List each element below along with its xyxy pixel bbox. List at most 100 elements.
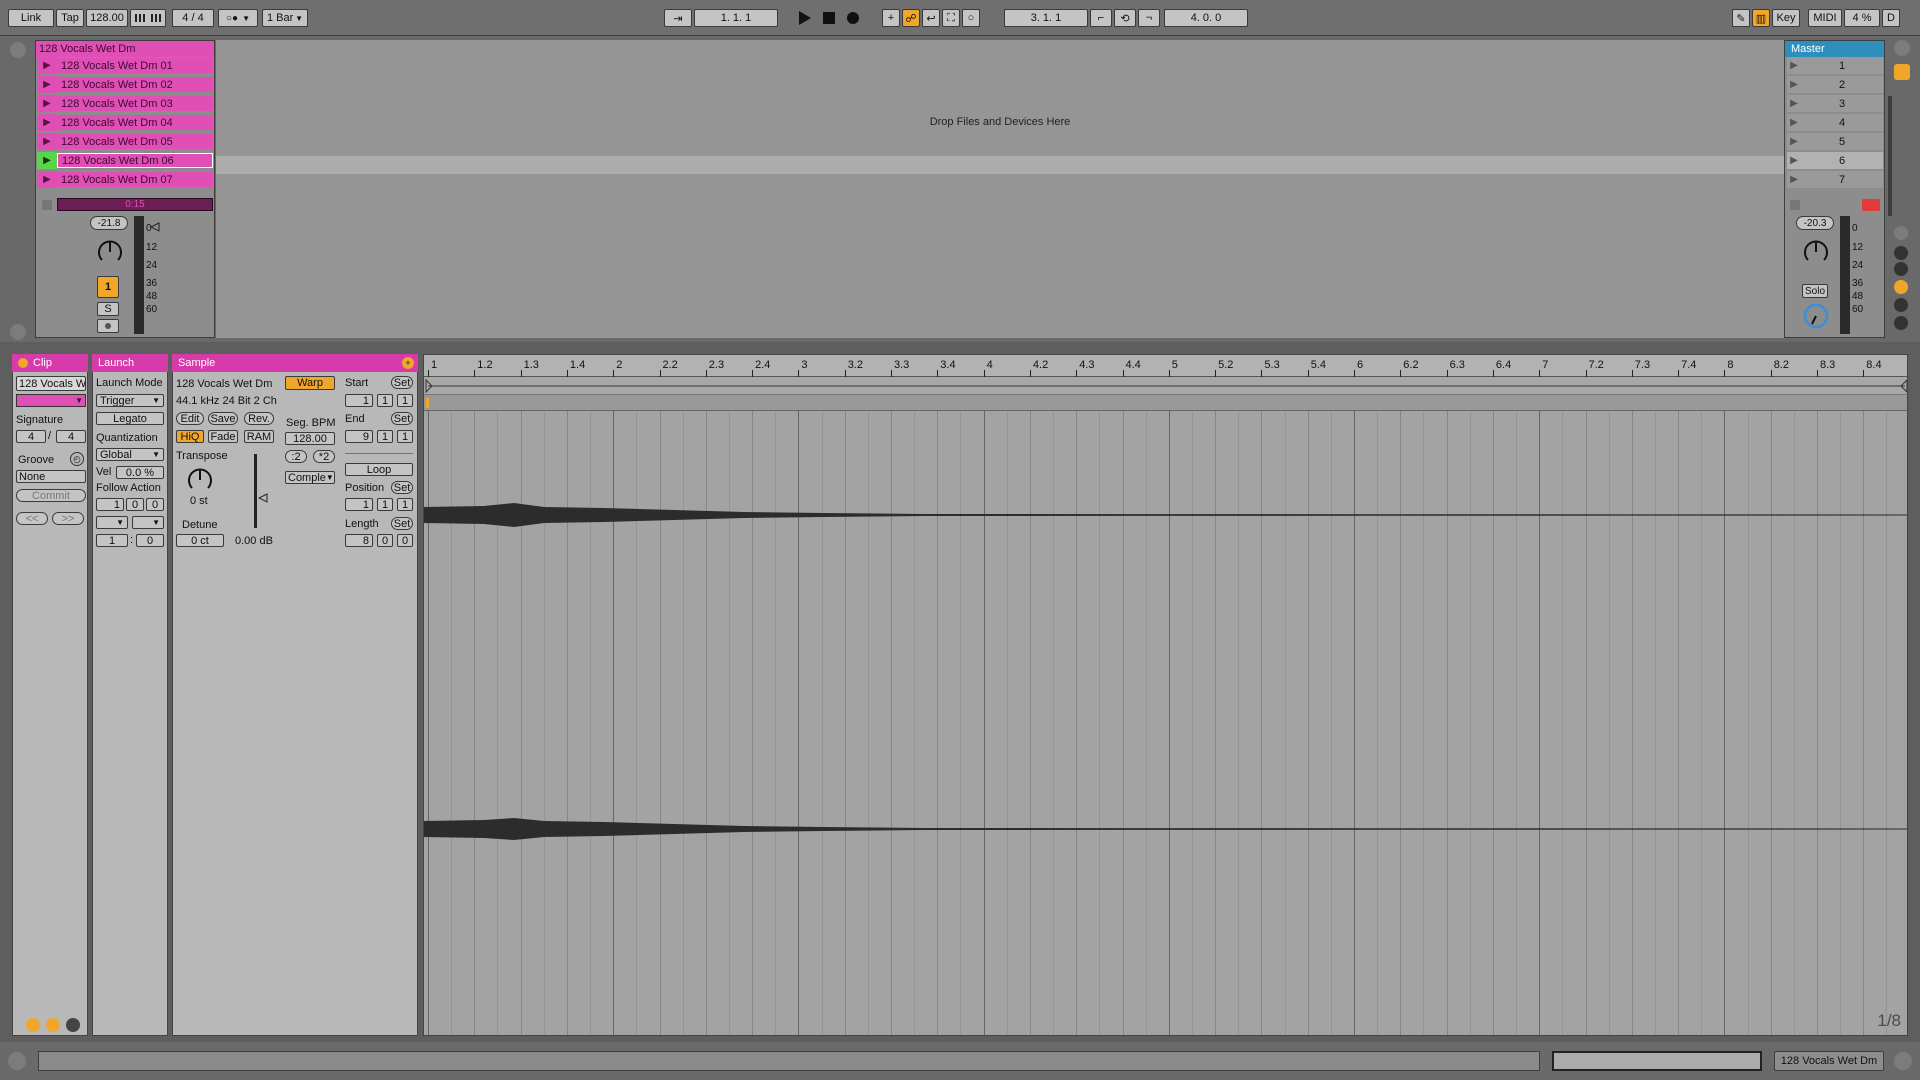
detune-field[interactable]: 0 ct <box>176 534 224 547</box>
clip-box-header[interactable]: Clip <box>12 354 88 372</box>
clip-activator-icon[interactable] <box>18 358 28 368</box>
loop-button[interactable]: Loop <box>345 463 413 476</box>
hiq-button[interactable]: HiQ <box>176 430 204 443</box>
start-sixteenths[interactable]: 1 <box>397 394 413 407</box>
song-position-field[interactable]: 1. 1. 1 <box>694 9 778 27</box>
position-bars[interactable]: 1 <box>345 498 373 511</box>
clip-name-field[interactable]: 128 Vocals W <box>16 376 86 391</box>
punch-in-icon[interactable]: ⌐ <box>1090 9 1112 27</box>
selected-track-name[interactable]: 128 Vocals Wet Dm <box>1774 1051 1884 1071</box>
nudge-back-button[interactable]: << <box>16 512 48 525</box>
envelope-toggle-icon[interactable] <box>46 1018 60 1032</box>
clip-name[interactable]: 128 Vocals Wet Dm 05 <box>57 134 213 149</box>
track-title[interactable]: 128 Vocals Wet Dm <box>36 41 214 57</box>
clip-slot[interactable]: ▶ 128 Vocals Wet Dm 01 <box>37 57 213 74</box>
loop-start-field[interactable]: 3. 1. 1 <box>1004 9 1088 27</box>
edit-toggle-icon[interactable] <box>66 1018 80 1032</box>
master-volume-field[interactable]: -20.3 <box>1796 216 1834 230</box>
follow-chance-a[interactable]: 1 <box>96 534 128 547</box>
end-bars[interactable]: 9 <box>345 430 373 443</box>
ram-button[interactable]: RAM <box>244 430 274 443</box>
gain-fader-handle-icon[interactable] <box>257 493 268 506</box>
automation-arm-icon[interactable]: ☍ <box>902 9 920 27</box>
start-beats[interactable]: 1 <box>377 394 393 407</box>
stop-button[interactable] <box>822 9 836 27</box>
sample-editor[interactable]: 1 1.2 1.3 1.4 2 2.2 2.3 2.4 3 3.2 3.3 3.4 4 4.2 4.3 4.4… <box>423 354 1908 1036</box>
capture-icon[interactable]: ⛶ <box>942 9 960 27</box>
edit-button[interactable]: Edit <box>176 412 204 425</box>
scene-launch-icon[interactable]: ▶ <box>1787 98 1801 109</box>
key-map-button[interactable]: Key <box>1772 9 1800 27</box>
scene-launch-icon[interactable]: ▶ <box>1787 79 1801 90</box>
clip-slot[interactable]: ▶ 128 Vocals Wet Dm 05 <box>37 133 213 150</box>
groove-select[interactable]: None <box>16 470 86 483</box>
mixer-toggle-icon[interactable] <box>1894 64 1910 80</box>
clip-launch-icon[interactable]: ▶ <box>37 171 57 188</box>
punch-out-icon[interactable]: ¬ <box>1138 9 1160 27</box>
time-signature-field[interactable]: 4 / 4 <box>172 9 214 27</box>
launch-mode-select[interactable]: Trigger ▼ <box>96 394 164 407</box>
clip-slot[interactable]: ▶ 128 Vocals Wet Dm 07 <box>37 171 213 188</box>
session-record-icon[interactable]: ○ <box>962 9 980 27</box>
gain-fader[interactable] <box>254 454 257 528</box>
link-button[interactable]: Link <box>8 9 54 27</box>
clip-color-select[interactable]: ▼ <box>16 394 86 407</box>
scene-slot[interactable]: ▶ 4 <box>1787 114 1883 131</box>
position-sixteenths[interactable]: 1 <box>397 498 413 511</box>
midi-map-button[interactable]: MIDI <box>1808 9 1842 27</box>
warp-button[interactable]: Warp <box>285 376 335 390</box>
quantize-select[interactable]: 1 Bar ▼ <box>262 9 308 27</box>
quantization-select[interactable]: Global ▼ <box>96 448 164 461</box>
scene-slot[interactable]: ▶ 1 <box>1787 57 1883 74</box>
follow-time-sixteenths[interactable]: 0 <box>146 498 164 511</box>
returns-section-icon[interactable] <box>1894 262 1908 276</box>
length-beats[interactable]: 0 <box>377 534 393 547</box>
reenable-automation-icon[interactable]: ↩ <box>922 9 940 27</box>
track-volume-field[interactable]: -21.8 <box>90 216 128 230</box>
follow-arrow-icon[interactable]: ⇥ <box>664 9 692 27</box>
tap-button[interactable]: Tap <box>56 9 84 27</box>
follow-time-beats[interactable]: 0 <box>126 498 144 511</box>
sends-section-icon[interactable] <box>1894 246 1908 260</box>
length-bars[interactable]: 8 <box>345 534 373 547</box>
master-solo-button[interactable]: Solo <box>1802 284 1828 298</box>
follow-time-bars[interactable]: 1 <box>96 498 124 511</box>
session-scrollbar[interactable] <box>1888 96 1892 216</box>
computer-keyboard-icon[interactable]: ▥ <box>1752 9 1770 27</box>
clip-name[interactable]: 128 Vocals Wet Dm 04 <box>57 115 213 130</box>
nudge-forward-button[interactable]: >> <box>52 512 84 525</box>
follow-action-b-select[interactable]: ▼ <box>132 516 164 529</box>
start-set-button[interactable]: Set <box>391 376 413 389</box>
scene-launch-icon[interactable]: ▶ <box>1787 60 1801 71</box>
cue-volume-knob-icon[interactable] <box>1802 302 1830 330</box>
scene-slot[interactable]: ▶ 5 <box>1787 133 1883 150</box>
reverse-button[interactable]: Rev. <box>244 412 274 425</box>
mixer-section-icon[interactable] <box>1894 280 1908 294</box>
clip-name[interactable]: 128 Vocals Wet Dm 02 <box>57 77 213 92</box>
clip-slot[interactable]: ▶ 128 Vocals Wet Dm 06 <box>37 152 213 169</box>
seg-bpm-field[interactable]: 128.00 <box>285 432 335 445</box>
play-button[interactable] <box>798 9 812 27</box>
warp-mode-select[interactable]: Comple ▼ <box>285 471 335 484</box>
legato-button[interactable]: Legato <box>96 412 164 425</box>
loop-switch-icon[interactable]: ⟲ <box>1114 9 1136 27</box>
launch-toggle-icon[interactable] <box>26 1018 40 1032</box>
clip-slot[interactable]: ▶ 128 Vocals Wet Dm 03 <box>37 95 213 112</box>
clip-launch-icon[interactable]: ▶ <box>37 114 57 131</box>
signature-denominator[interactable]: 4 <box>56 430 86 443</box>
track-delay-icon[interactable] <box>1894 316 1908 330</box>
clip-launch-icon[interactable]: ▶ <box>37 95 57 112</box>
end-sixteenths[interactable]: 1 <box>397 430 413 443</box>
scene-slot[interactable]: ▶ 3 <box>1787 95 1883 112</box>
double-tempo-button[interactable]: *2 <box>313 450 335 463</box>
length-sixteenths[interactable]: 0 <box>397 534 413 547</box>
draw-mode-icon[interactable]: ✎ <box>1732 9 1750 27</box>
detail-view-toggle-icon[interactable] <box>1894 1052 1912 1070</box>
loop-length-field[interactable]: 4. 0. 0 <box>1164 9 1248 27</box>
marker-strip[interactable] <box>424 395 1907 411</box>
drop-area[interactable] <box>216 40 1784 338</box>
position-set-button[interactable]: Set <box>391 481 413 494</box>
metronome-icon[interactable]: ○● ▼ <box>218 9 258 27</box>
velocity-field[interactable]: 0.0 % <box>116 466 164 479</box>
follow-chance-b[interactable]: 0 <box>136 534 164 547</box>
